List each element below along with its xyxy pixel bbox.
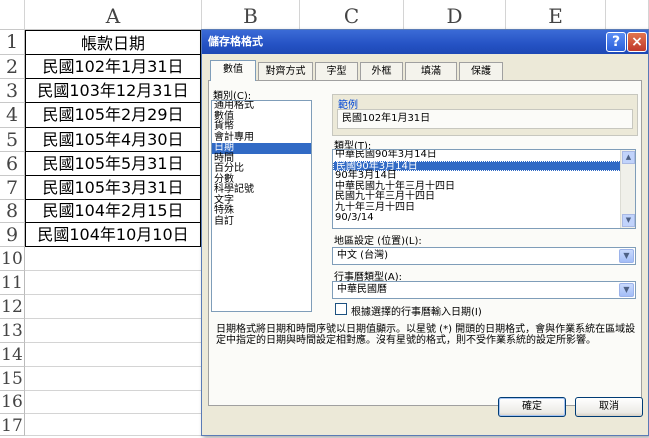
category-item[interactable]: 科學記號 [212,184,311,196]
empty-cell[interactable] [25,295,202,319]
row-header-7[interactable]: 7 [0,176,25,200]
calendar-type-select[interactable]: 中華民國曆 ▼ [332,281,636,299]
empty-cell[interactable] [25,367,202,391]
empty-cell[interactable] [25,247,202,271]
tab-number[interactable]: 數值 [210,60,256,81]
row-header-13[interactable]: 13 [0,319,25,343]
format-cells-dialog: 儲存格格式 ? × 數值 對齊方式 字型 外框 填滿 保護 類別(C): 通用格… [201,29,649,436]
column-header-c[interactable]: C [300,0,404,30]
row-header-6[interactable]: 6 [0,152,25,176]
category-item[interactable]: 貨幣 [212,121,311,133]
type-list-scrollbar[interactable]: ▲ ▼ [620,150,635,228]
empty-cell[interactable] [25,414,202,436]
type-list[interactable]: 中華民國90年3月14日 民國90年3月14日 90年3月14日 中華民國九十年… [332,149,636,229]
calendar-type-value: 中華民國曆 [337,284,387,295]
calendar-input-checkbox[interactable] [335,303,347,315]
row-header-5[interactable]: 5 [0,128,25,152]
tab-border[interactable]: 外框 [360,62,403,80]
cancel-button[interactable]: 取消 [575,397,643,417]
category-item[interactable]: 通用格式 [212,101,311,112]
empty-cell[interactable] [25,319,202,343]
select-all-corner[interactable] [0,0,25,30]
row-header-9[interactable]: 9 [0,223,25,247]
column-header-a[interactable]: A [25,0,202,30]
type-item[interactable]: 九十年三月十四日 [333,202,635,214]
column-header-d[interactable]: D [404,0,506,30]
cell-a9[interactable]: 民國104年10月10日 [25,223,201,247]
tab-fill[interactable]: 填滿 [405,62,457,80]
cell-a1-header[interactable]: 帳款日期 [25,30,201,55]
cell-a2[interactable]: 民國102年1月31日 [25,55,201,79]
column-header-e[interactable]: E [506,0,606,30]
row-header-15[interactable]: 15 [0,367,25,391]
format-description: 日期格式將日期和時間序號以日期值顯示。以星號 (*) 開頭的日期格式，會與作業系… [216,324,636,346]
type-item[interactable]: 90年3月14日 [333,170,635,182]
row-header-12[interactable]: 12 [0,295,25,319]
row-header-3[interactable]: 3 [0,79,25,103]
row-header-14[interactable]: 14 [0,343,25,367]
scroll-down-icon[interactable]: ▼ [622,214,635,227]
column-header-f[interactable] [606,0,649,30]
cell-a8[interactable]: 民國104年2月15日 [25,200,201,223]
tab-protection[interactable]: 保護 [459,62,503,80]
cell-a4[interactable]: 民國105年2月29日 [25,103,201,128]
locale-label: 地區設定 (位置)(L): [334,236,422,247]
column-header-b[interactable]: B [202,0,300,30]
scroll-up-icon[interactable]: ▲ [622,151,635,164]
type-item[interactable]: 中華民國90年3月14日 [333,150,635,161]
locale-select[interactable]: 中文 (台灣) ▼ [332,247,636,265]
row-header-11[interactable]: 11 [0,271,25,295]
tab-font[interactable]: 字型 [315,62,358,80]
row-header-1[interactable]: 1 [0,30,25,55]
ok-button[interactable]: 確定 [498,397,566,417]
category-item-selected[interactable]: 日期 [212,142,311,154]
type-item[interactable]: 民國九十年三月十四日 [333,191,635,203]
close-button[interactable]: × [627,32,647,52]
cell-a3[interactable]: 民國103年12月31日 [25,79,201,103]
row-header-16[interactable]: 16 [0,391,25,414]
cell-a7[interactable]: 民國105年3月31日 [25,176,201,200]
chevron-down-icon[interactable]: ▼ [619,249,634,263]
row-header-4[interactable]: 4 [0,103,25,128]
sample-group: 範例 民國102年1月31日 [332,94,638,136]
empty-cell[interactable] [25,343,202,367]
row-header-17[interactable]: 17 [0,414,25,436]
chevron-down-icon[interactable]: ▼ [619,283,634,297]
category-item[interactable]: 特殊 [212,205,311,217]
dialog-title-bar[interactable]: 儲存格格式 [202,30,648,54]
empty-cell[interactable] [25,391,202,414]
cell-a5[interactable]: 民國105年4月30日 [25,128,201,152]
empty-cell[interactable] [25,271,202,295]
cell-a6[interactable]: 民國105年5月31日 [25,152,201,176]
row-header-8[interactable]: 8 [0,200,25,223]
spreadsheet: A B C D E 1 2 3 4 5 6 7 8 9 10 11 12 13 … [0,0,649,436]
dialog-title: 儲存格格式 [208,35,263,48]
row-header-10[interactable]: 10 [0,247,25,271]
sample-value: 民國102年1月31日 [337,109,633,129]
category-list[interactable]: 通用格式 數值 貨幣 會計專用 日期 時間 百分比 分數 科學記號 文字 特殊 … [211,100,312,312]
locale-value: 中文 (台灣) [337,250,388,261]
category-item[interactable]: 百分比 [212,163,311,175]
tab-alignment[interactable]: 對齊方式 [258,62,313,80]
type-item[interactable]: 90/3/14 [333,212,635,224]
row-header-2[interactable]: 2 [0,55,25,79]
checkbox-label[interactable]: 根據選擇的行事曆輸入日期(I) [351,303,482,318]
help-button[interactable]: ? [606,32,626,52]
category-item[interactable]: 自訂 [212,216,311,228]
